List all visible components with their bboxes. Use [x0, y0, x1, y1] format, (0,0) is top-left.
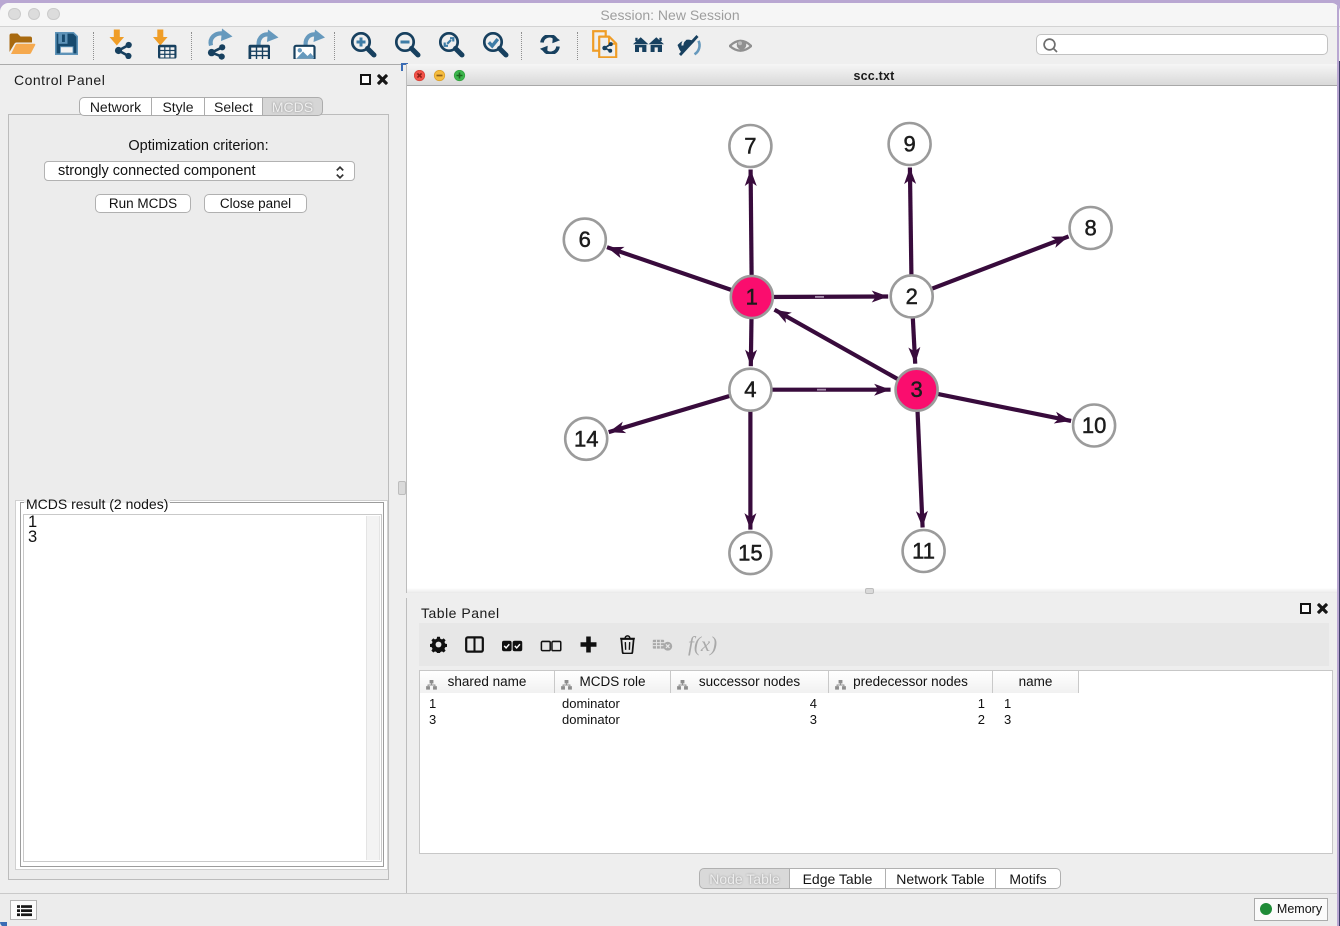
svg-text:9: 9	[903, 132, 915, 157]
svg-text:6: 6	[579, 227, 591, 252]
svg-text:1: 1	[746, 285, 758, 310]
svg-text:14: 14	[574, 426, 598, 451]
svg-text:10: 10	[1082, 413, 1106, 438]
svg-text:8: 8	[1084, 216, 1096, 241]
svg-text:4: 4	[744, 377, 756, 402]
svg-text:15: 15	[738, 541, 762, 566]
svg-text:7: 7	[744, 134, 756, 159]
svg-text:11: 11	[912, 539, 935, 564]
svg-text:2: 2	[906, 284, 918, 309]
svg-text:3: 3	[910, 377, 922, 402]
